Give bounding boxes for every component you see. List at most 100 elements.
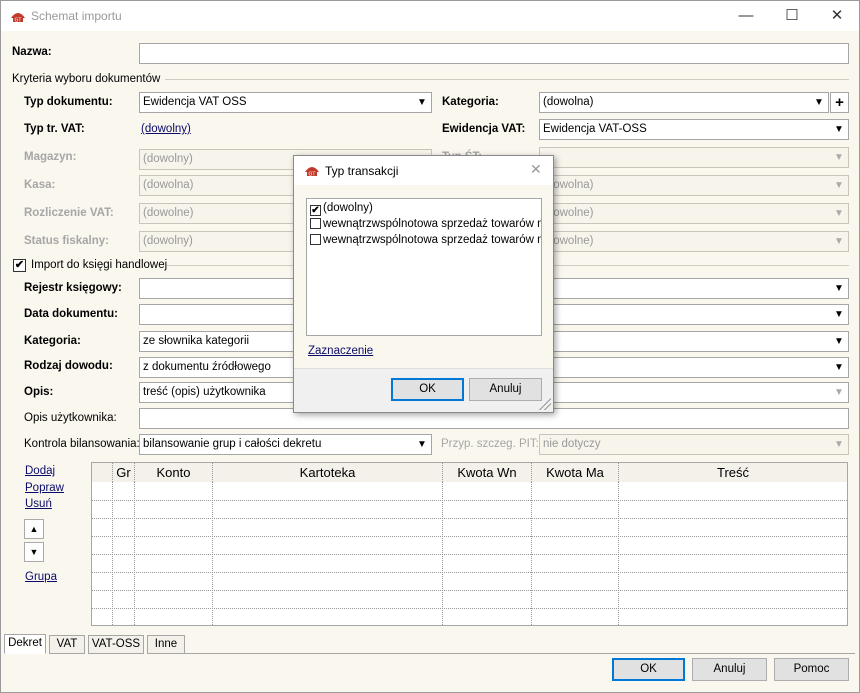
category2-label: Kategoria:	[24, 335, 81, 347]
chevron-down-icon: ▼	[417, 439, 427, 450]
cancel-button[interactable]: Anuluj	[692, 658, 767, 681]
dialog-cancel-button[interactable]: Anuluj	[469, 378, 542, 401]
ledger-label: Rejestr księgowy:	[24, 282, 122, 294]
tab-dekret[interactable]: Dekret	[4, 634, 46, 654]
title-bar: GT Schemat importu — ☐ ✕	[1, 1, 859, 31]
tab-vat-oss[interactable]: VAT-OSS	[88, 635, 144, 654]
user-description-label: Opis użytkownika:	[24, 412, 117, 424]
list-item[interactable]: wewnątrzwspólnotowa sprzedaż towarów na	[310, 218, 541, 233]
table-row[interactable]	[92, 518, 847, 519]
chevron-down-icon: ▼	[417, 97, 427, 108]
criteria-group-divider	[165, 79, 849, 80]
grid-header-kwota-ma[interactable]: Kwota Ma	[532, 463, 619, 482]
window-title: Schemat importu	[31, 9, 122, 23]
name-input[interactable]	[139, 43, 849, 64]
entries-grid[interactable]: Gr Konto Kartoteka Kwota Wn Kwota Ma Tre…	[91, 462, 848, 626]
grid-header-konto[interactable]: Konto	[135, 463, 213, 482]
svg-text:GT: GT	[15, 18, 22, 24]
vat-settle-value: (dowolne)	[143, 207, 194, 219]
list-item[interactable]: ✔ (dowolny)	[310, 202, 373, 217]
table-row[interactable]	[92, 554, 847, 555]
vat-type-label: Typ tr. VAT:	[24, 123, 85, 135]
chevron-down-icon: ▼	[834, 336, 844, 347]
item-checkbox[interactable]: ✔	[310, 205, 321, 216]
selection-link[interactable]: Zaznaczenie	[308, 345, 373, 357]
chevron-down-icon: ▼	[834, 283, 844, 294]
chevron-down-icon: ▼	[834, 362, 844, 373]
cash-value: (dowolna)	[143, 179, 194, 191]
description-label: Opis:	[24, 386, 54, 398]
table-row[interactable]	[92, 536, 847, 537]
chevron-down-icon: ▼	[834, 439, 844, 450]
move-down-icon[interactable]: ▼	[24, 542, 44, 562]
table-row[interactable]	[92, 500, 847, 501]
maximize-button[interactable]: ☐	[769, 1, 815, 31]
move-up-icon[interactable]: ▲	[24, 519, 44, 539]
dialog-title-bar: GT Typ transakcji ✕	[294, 156, 553, 185]
group-link[interactable]: Grupa	[25, 571, 57, 583]
tab-inne[interactable]: Inne	[147, 635, 185, 654]
vat-register-select[interactable]: Ewidencja VAT-OSS ▼	[539, 119, 849, 140]
balance-control-label: Kontrola bilansowania:	[24, 438, 140, 450]
minimize-button[interactable]: —	[723, 1, 769, 31]
import-checkbox[interactable]: ✔	[13, 259, 26, 272]
tab-vat[interactable]: VAT	[49, 635, 85, 654]
chevron-down-icon: ▼	[834, 124, 844, 135]
close-button[interactable]: ✕	[814, 1, 860, 31]
remove-link[interactable]: Usuń	[25, 498, 52, 510]
vat-type-link[interactable]: (dowolny)	[141, 123, 191, 135]
category-label: Kategoria:	[442, 96, 499, 108]
dialog-ok-button[interactable]: OK	[391, 378, 464, 401]
doc-type-select[interactable]: Ewidencja VAT OSS ▼	[139, 92, 432, 113]
grid-header-kwota-wn[interactable]: Kwota Wn	[443, 463, 532, 482]
dialog-close-icon[interactable]: ✕	[530, 161, 542, 178]
chevron-down-icon: ▼	[834, 387, 844, 398]
table-row[interactable]	[92, 608, 847, 609]
help-button[interactable]: Pomoc	[774, 658, 849, 681]
category2-value: ze słownika kategorii	[143, 335, 250, 347]
list-item[interactable]: wewnątrzwspólnotowa sprzedaż towarów na	[310, 234, 542, 249]
grid-header-kartoteka[interactable]: Kartoteka	[213, 463, 443, 482]
dialog-footer: OK Anuluj	[294, 368, 553, 412]
vat-register-label: Ewidencja VAT:	[442, 123, 526, 135]
pit-select: nie dotyczy ▼	[539, 434, 849, 455]
tab-strip-line	[185, 653, 855, 654]
app-logo-icon: GT	[305, 167, 319, 178]
table-row[interactable]	[92, 590, 847, 591]
cash-label: Kasa:	[24, 179, 56, 191]
doc-type-value: Ewidencja VAT OSS	[143, 96, 247, 108]
chevron-down-icon: ▼	[834, 236, 844, 247]
resize-grip-icon[interactable]	[539, 398, 551, 410]
criteria-group-label: Kryteria wyboru dokumentów	[12, 73, 161, 85]
add-link[interactable]: Dodaj	[25, 465, 55, 477]
ok-button[interactable]: OK	[612, 658, 685, 681]
category-select[interactable]: (dowolna) ▼	[539, 92, 829, 113]
pit-label: Przyp. szczeg. PIT:	[441, 438, 539, 450]
proof-type-value: z dokumentu źródłowego	[143, 361, 271, 373]
grid-header-tresc[interactable]: Treść	[619, 463, 847, 482]
fiscal-value: (dowolny)	[143, 235, 193, 247]
chevron-down-icon: ▼	[814, 97, 824, 108]
balance-control-select[interactable]: bilansowanie grup i całości dekretu ▼	[139, 434, 432, 455]
item-label: wewnątrzwspólnotowa sprzedaż towarów na	[323, 234, 542, 246]
add-category-button[interactable]: +	[830, 92, 849, 113]
transaction-type-list[interactable]: ✔ (dowolny) wewnątrzwspólnotowa sprzedaż …	[306, 198, 542, 336]
item-checkbox[interactable]	[310, 218, 321, 229]
grid-header-indicator	[92, 463, 113, 482]
cash-right-select: (dowolna) ▼	[539, 175, 849, 196]
doc-type-label: Typ dokumentu:	[24, 96, 113, 108]
svg-text:GT: GT	[309, 172, 316, 178]
proof-type-label: Rodzaj dowodu:	[24, 360, 113, 372]
item-label: (dowolny)	[323, 202, 373, 214]
fiscal-right-select: (dowolne) ▼	[539, 231, 849, 252]
vat-settle-right-select: (dowolne) ▼	[539, 203, 849, 224]
grid-header-gr[interactable]: Gr	[113, 463, 135, 482]
transaction-type-dialog: GT Typ transakcji ✕ ✔ (dowolny) wewnątrzw…	[293, 155, 554, 413]
name-label: Nazwa:	[12, 46, 52, 58]
vat-register-value: Ewidencja VAT-OSS	[543, 123, 647, 135]
vat-settle-label: Rozliczenie VAT:	[24, 207, 114, 219]
fixed-asset-type-select: ▼	[539, 147, 849, 168]
item-checkbox[interactable]	[310, 234, 321, 245]
table-row[interactable]	[92, 572, 847, 573]
edit-link[interactable]: Popraw	[25, 482, 64, 494]
